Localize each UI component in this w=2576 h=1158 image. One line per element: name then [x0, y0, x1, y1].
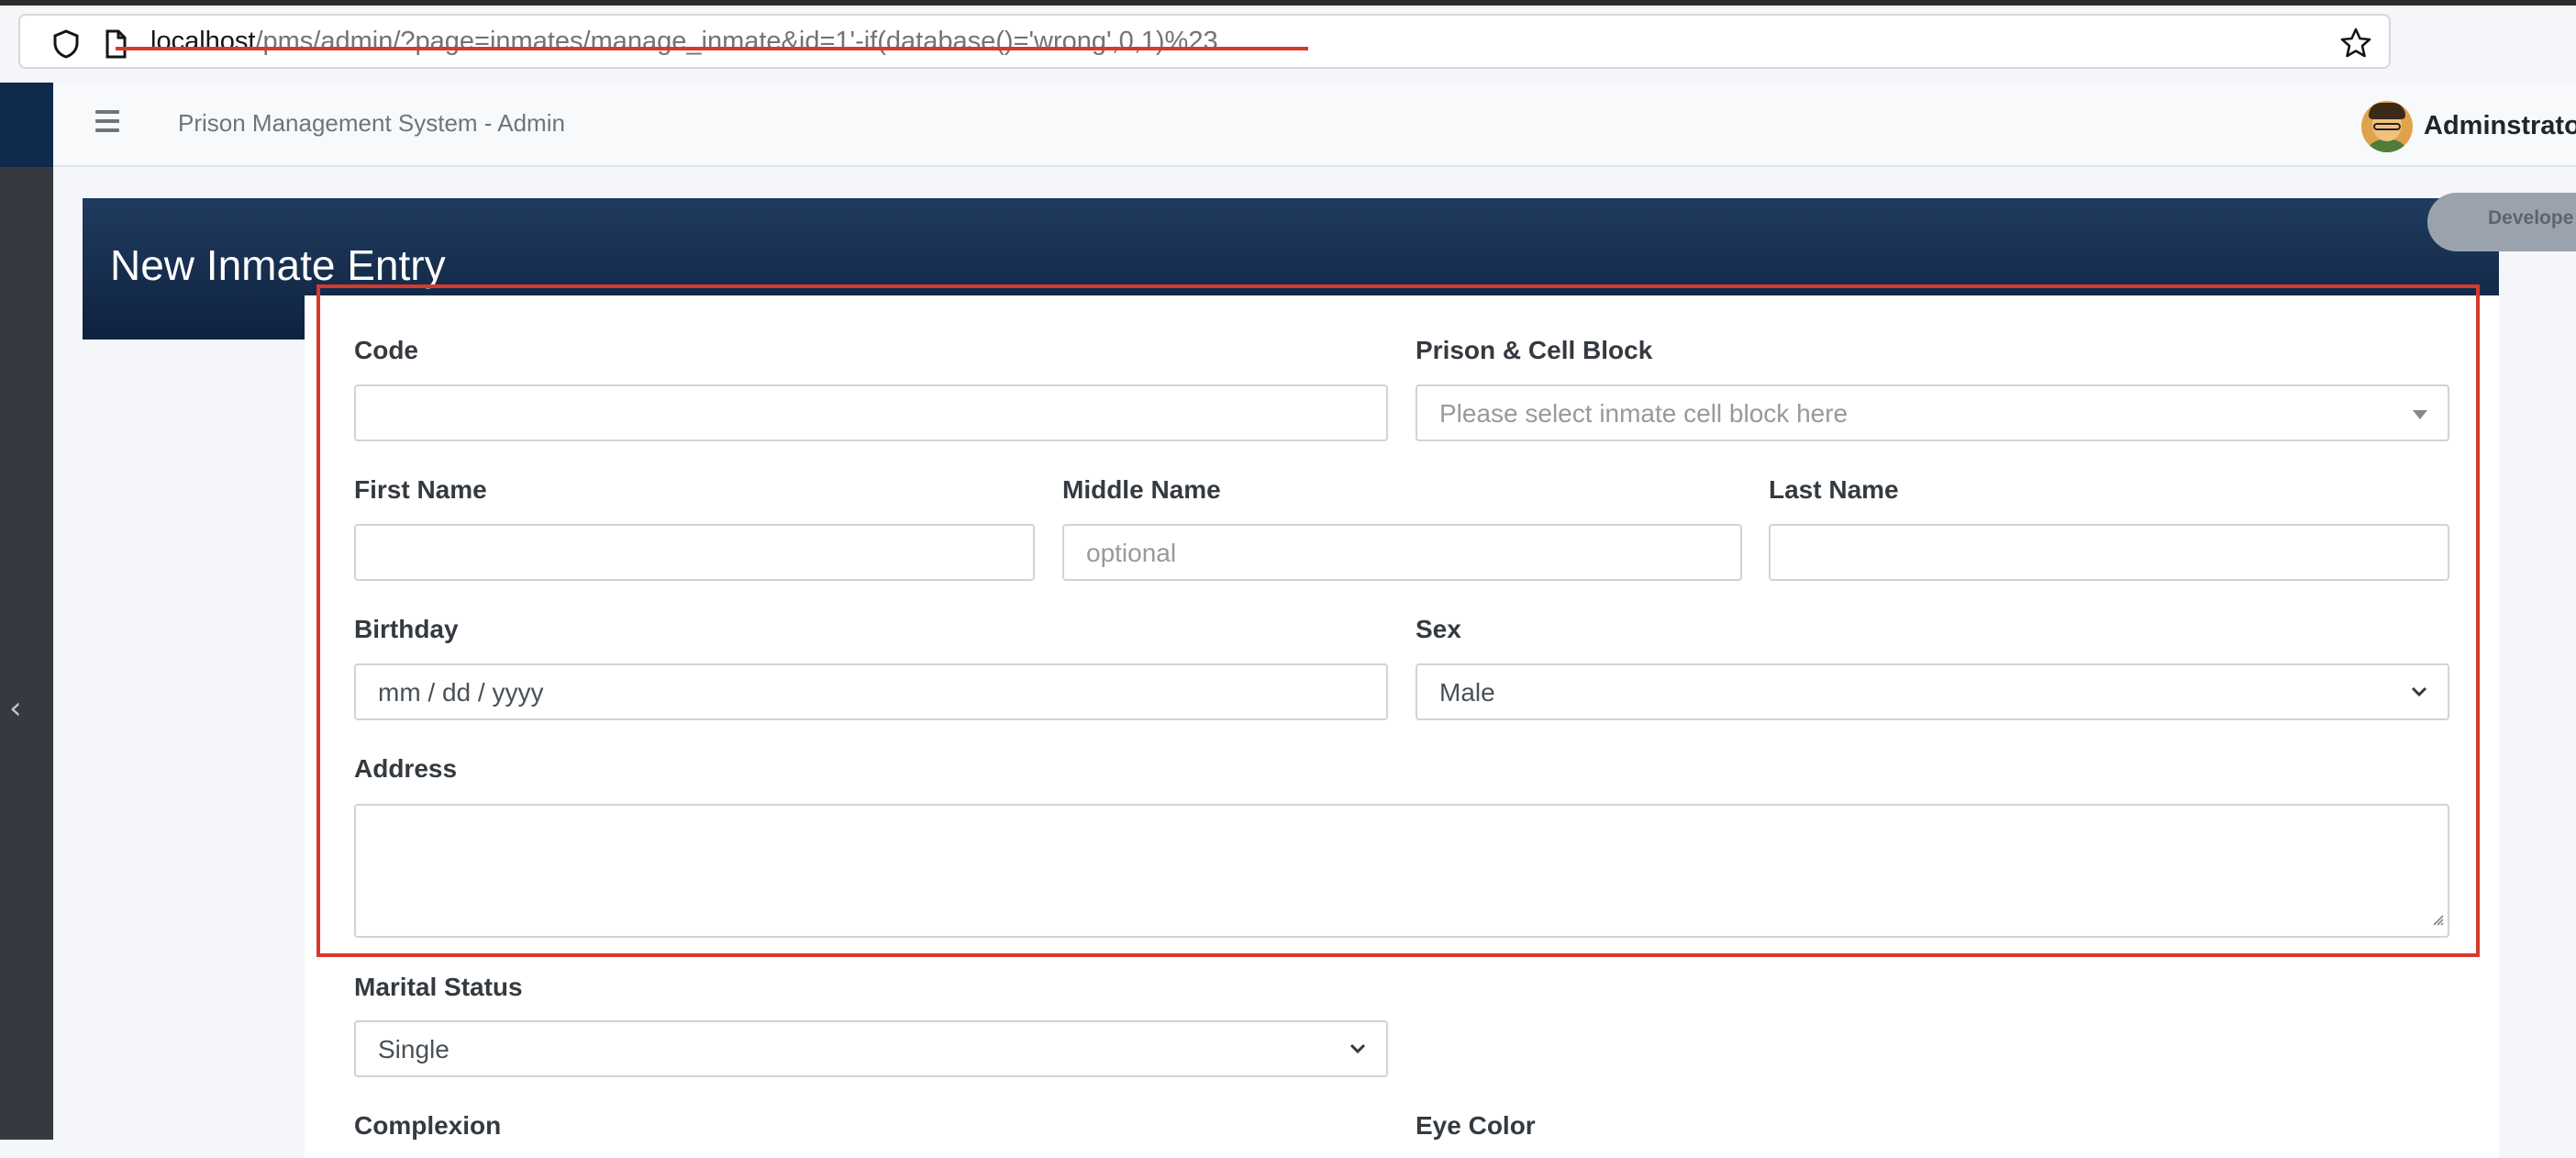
developer-badge: Develope [2427, 193, 2576, 251]
bookmark-star-icon[interactable] [2339, 27, 2372, 64]
page-title: New Inmate Entry [110, 241, 446, 289]
browser-url-bar[interactable]: localhost/pms/admin/?page=inmates/manage… [18, 14, 2391, 69]
marital-status-select[interactable]: Single [354, 1020, 1388, 1077]
window-top-strip [0, 0, 2576, 6]
sidebar [0, 83, 53, 1140]
eye-color-label: Eye Color [1416, 1111, 1536, 1140]
url-path: /pms/admin/?page=inmates/manage_inmate&i… [255, 27, 1218, 56]
url-text[interactable]: localhost/pms/admin/?page=inmates/manage… [150, 27, 1218, 56]
url-annotation-underline [116, 47, 1308, 50]
hamburger-icon[interactable] [95, 110, 119, 138]
sidebar-brand[interactable] [0, 83, 53, 167]
url-host: localhost [150, 27, 256, 56]
app-navbar: Prison Management System - Admin [53, 83, 2576, 167]
shield-icon[interactable] [51, 28, 81, 64]
chevron-down-icon [1348, 1033, 1368, 1071]
marital-status-selected: Single [378, 1035, 450, 1063]
user-name[interactable]: Adminstrato [2424, 111, 2576, 141]
app-title: Prison Management System - Admin [178, 109, 565, 137]
avatar[interactable] [2361, 101, 2413, 152]
complexion-label: Complexion [354, 1111, 502, 1140]
collapse-chevron-icon[interactable]: ‹ [9, 690, 22, 727]
marital-status-label: Marital Status [354, 973, 523, 1001]
annotation-highlight-box [316, 284, 2480, 957]
